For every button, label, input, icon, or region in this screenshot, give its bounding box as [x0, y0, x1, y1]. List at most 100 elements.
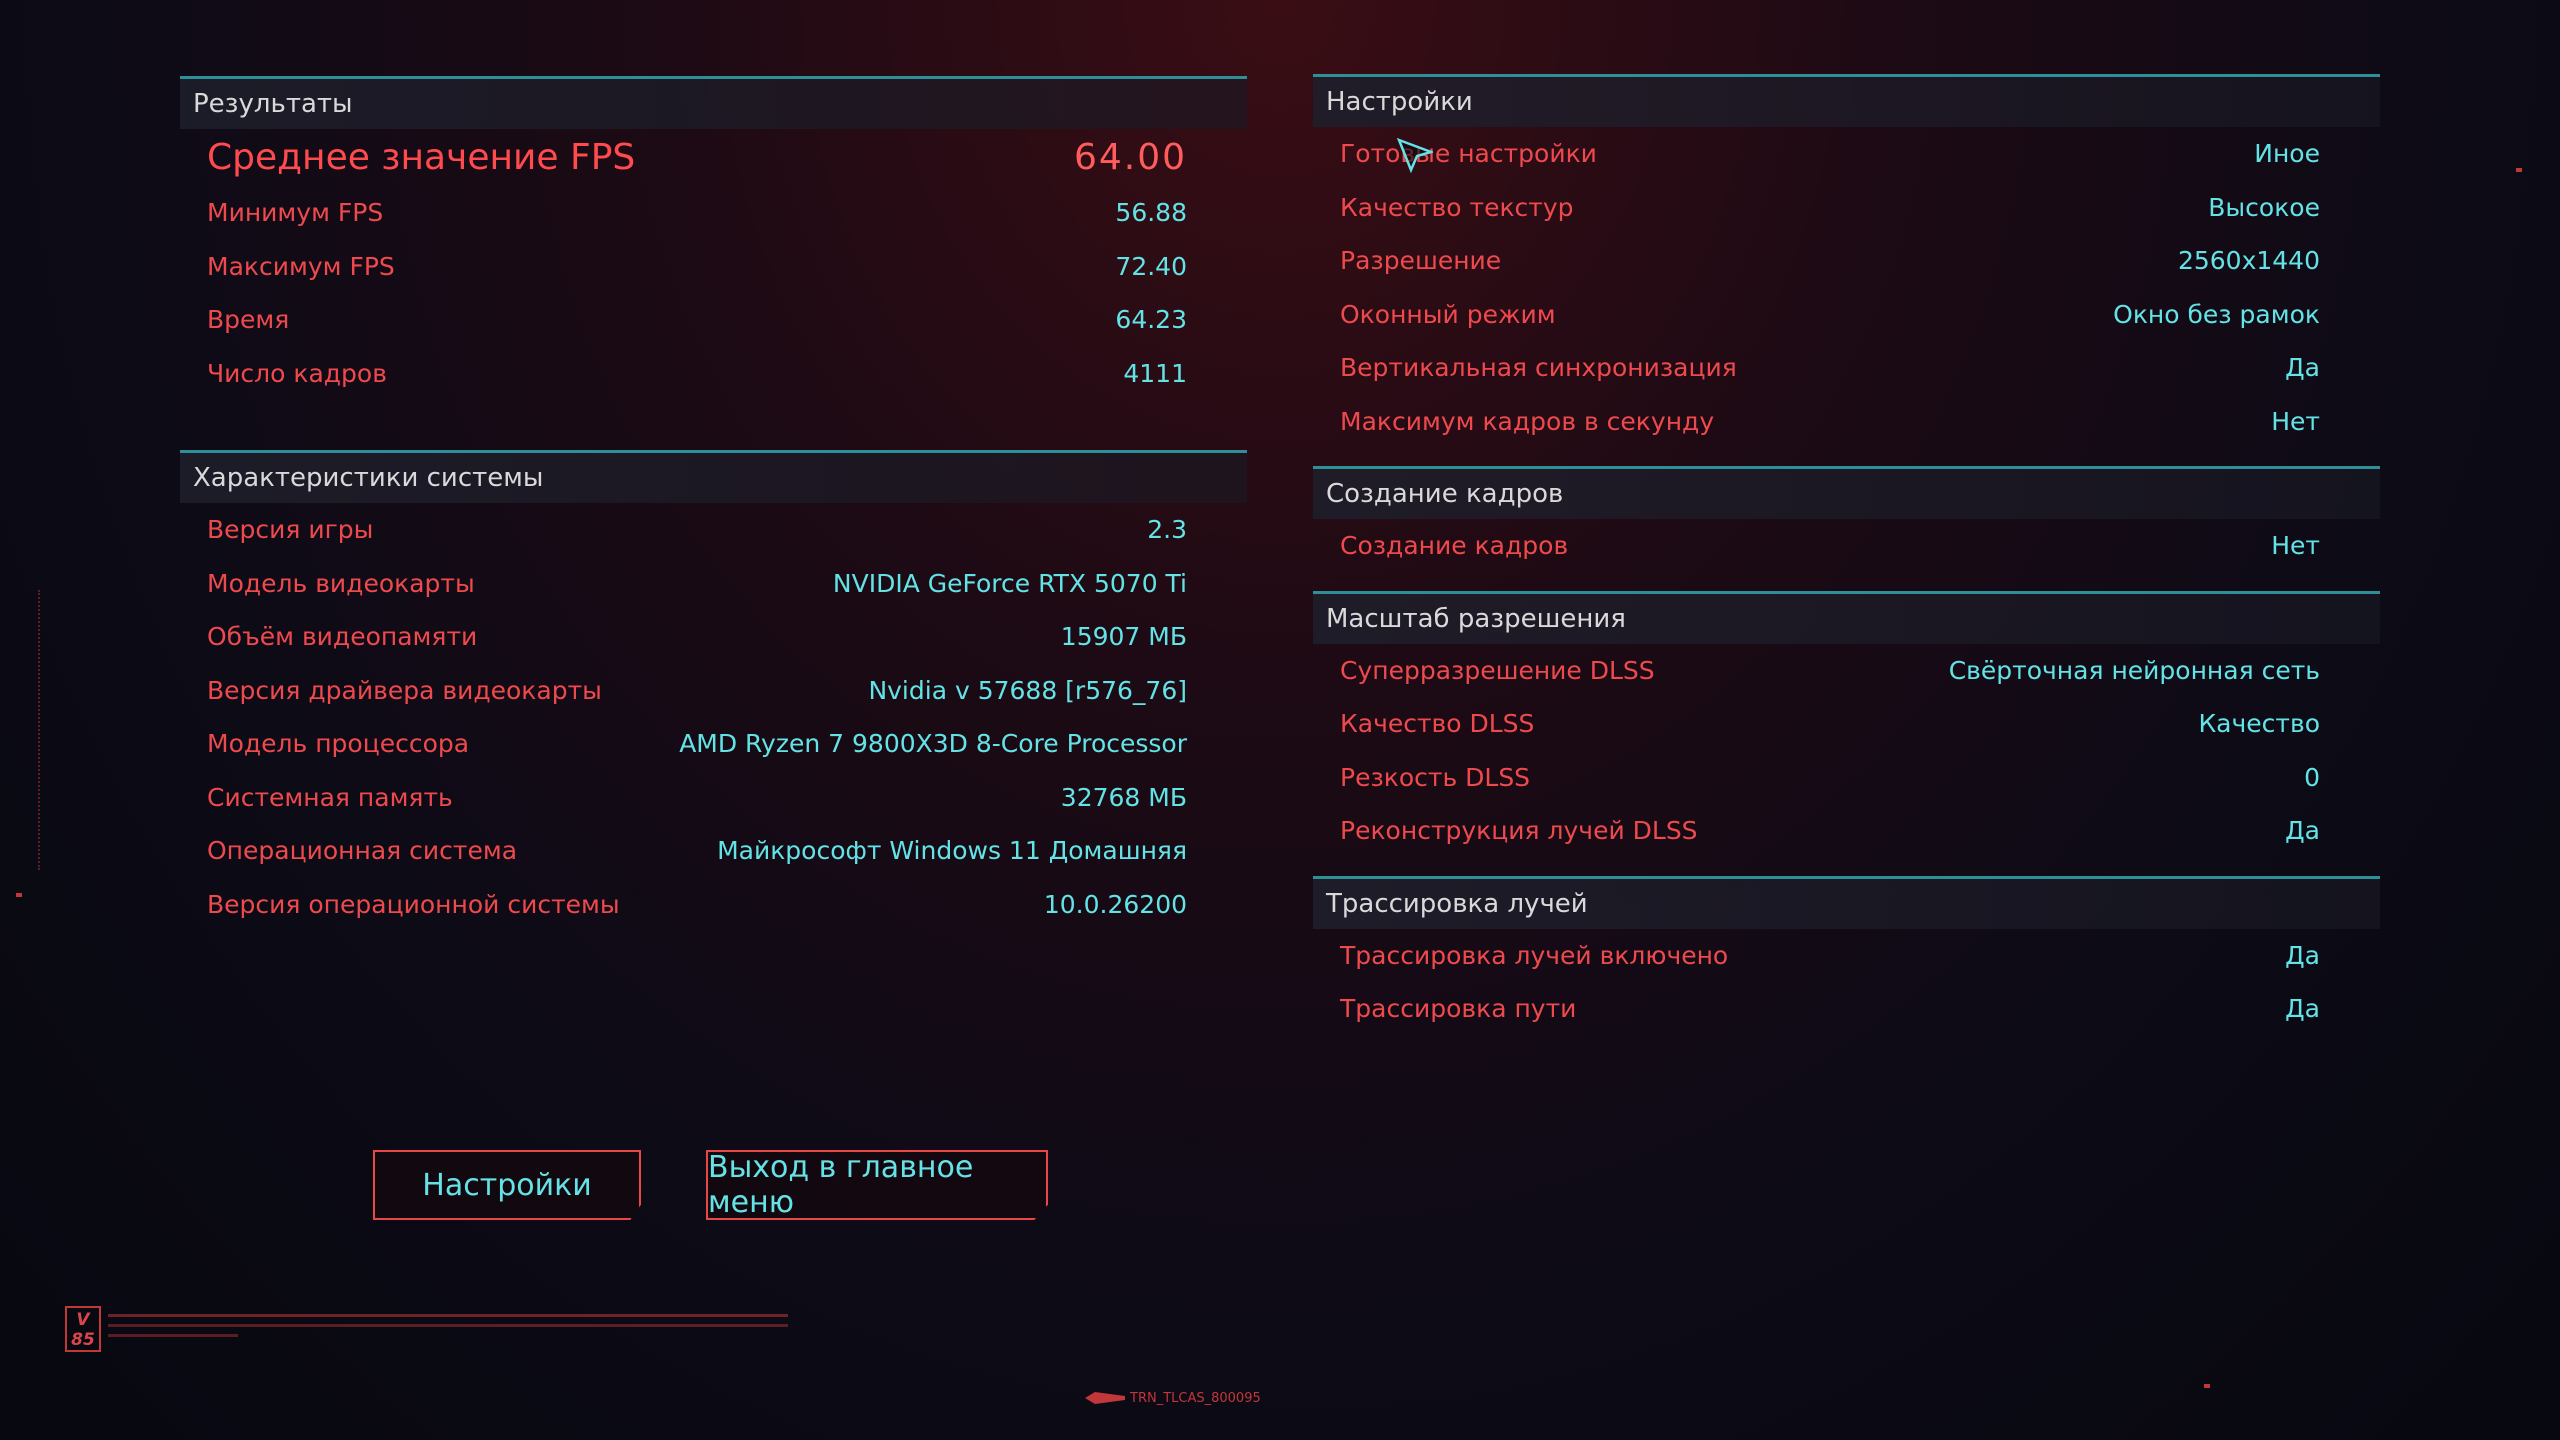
- settings-section: Настройки Готовые настройки Иное Качество…: [1313, 74, 2380, 448]
- row-value: Свёрточная нейронная сеть: [1948, 655, 2320, 685]
- row-value: 0: [2304, 762, 2320, 792]
- logo-text: V 85: [71, 1310, 95, 1350]
- row-value: Качество: [2198, 709, 2320, 739]
- frame-gen-header: Создание кадров: [1313, 466, 2380, 519]
- settings-row: Готовые настройки Иное: [1313, 127, 2380, 181]
- row-label: Версия операционной системы: [207, 889, 620, 919]
- side-vertical-deco: [38, 590, 52, 870]
- row-value: Иное: [2254, 139, 2320, 169]
- settings-row: Качество текстур Высокое: [1313, 181, 2380, 235]
- row-label: Минимум FPS: [207, 198, 384, 228]
- row-value: Высокое: [2208, 192, 2320, 222]
- row-label: Качество текстур: [1340, 192, 1574, 222]
- footer-fine-print-line: [108, 1324, 788, 1327]
- right-panel: Настройки Готовые настройки Иное Качество…: [1313, 74, 2380, 1054]
- settings-button[interactable]: Настройки: [373, 1150, 641, 1220]
- row-label: Модель процессора: [207, 729, 470, 759]
- row-label: Объём видеопамяти: [207, 622, 478, 652]
- footer-code: TRN_TLCAS_800095: [1130, 1391, 1261, 1406]
- row-label: Готовые настройки: [1340, 139, 1597, 169]
- row-value: AMD Ryzen 7 9800X3D 8-Core Processor: [679, 729, 1187, 759]
- ray-tracing-section: Трассировка лучей Трассировка лучей вклю…: [1313, 875, 2380, 1036]
- footer-fine-print-line: [108, 1314, 788, 1317]
- frame-gen-row: Создание кадров Нет: [1313, 519, 2380, 573]
- row-value: 4111: [1123, 358, 1187, 388]
- row-label: Версия драйвера видеокарты: [207, 675, 602, 705]
- row-label: Максимум FPS: [207, 251, 395, 281]
- settings-row: Вертикальная синхронизация Да: [1313, 341, 2380, 395]
- results-row: Минимум FPS 56.88: [180, 186, 1247, 240]
- row-value: 56.88: [1115, 198, 1187, 228]
- res-scale-row: Реконструкция лучей DLSS Да: [1313, 804, 2380, 858]
- exit-to-main-menu-button[interactable]: Выход в главное меню: [706, 1150, 1048, 1220]
- row-label: Максимум кадров в секунду: [1340, 406, 1715, 436]
- system-row: Версия игры 2.3: [180, 503, 1247, 557]
- row-value: 32768 МБ: [1060, 782, 1187, 812]
- results-header: Результаты: [180, 76, 1247, 129]
- system-header: Характеристики системы: [180, 450, 1247, 503]
- row-label: Реконструкция лучей DLSS: [1340, 816, 1698, 846]
- row-label: Создание кадров: [1340, 531, 1569, 561]
- row-value: Окно без рамок: [2113, 299, 2320, 329]
- row-label: Трассировка лучей включено: [1340, 940, 1729, 970]
- row-value: Нет: [2271, 531, 2320, 561]
- row-label: Время: [207, 305, 290, 335]
- results-section: Результаты Среднее значение FPS 64.00 Ми…: [180, 76, 1247, 400]
- settings-header: Настройки: [1313, 74, 2380, 127]
- row-value: Да: [2285, 353, 2320, 383]
- corner-dot-deco: [2516, 168, 2522, 172]
- mouse-cursor-icon: [1397, 138, 1433, 174]
- row-label: Суперразрешение DLSS: [1340, 655, 1655, 685]
- ray-tracing-header: Трассировка лучей: [1313, 875, 2380, 929]
- row-value: Майкрософт Windows 11 Домашняя: [717, 836, 1187, 866]
- row-label: Число кадров: [207, 358, 387, 388]
- corner-dot-deco: [16, 893, 22, 897]
- res-scale-row: Резкость DLSS 0: [1313, 751, 2380, 805]
- row-label: Разрешение: [1340, 246, 1502, 276]
- results-row: Время 64.23: [180, 293, 1247, 347]
- row-label: Операционная система: [207, 836, 518, 866]
- frame-gen-section: Создание кадров Создание кадров Нет: [1313, 466, 2380, 573]
- row-value: 72.40: [1115, 251, 1187, 281]
- res-scale-header: Масштаб разрешения: [1313, 590, 2380, 644]
- v85-logo: V 85: [65, 1306, 101, 1352]
- row-value: Nvidia v 57688 [r576_76]: [868, 675, 1187, 705]
- row-value: Да: [2285, 994, 2320, 1024]
- corner-dot-deco: [2204, 1384, 2210, 1388]
- row-value: 2560x1440: [2177, 246, 2320, 276]
- arrow-icon: [1085, 1392, 1125, 1404]
- row-value: 2.3: [1147, 515, 1187, 545]
- system-row: Версия операционной системы 10.0.26200: [180, 878, 1247, 932]
- row-label: Модель видеокарты: [207, 568, 475, 598]
- results-row: Число кадров 4111: [180, 347, 1247, 401]
- res-scale-section: Масштаб разрешения Суперразрешение DLSS С…: [1313, 590, 2380, 858]
- system-row: Операционная система Майкрософт Windows 1…: [180, 824, 1247, 878]
- row-value: Да: [2285, 816, 2320, 846]
- system-row: Модель процессора AMD Ryzen 7 9800X3D 8-C…: [180, 717, 1247, 771]
- row-label: Оконный режим: [1340, 299, 1556, 329]
- row-value: Нет: [2271, 406, 2320, 436]
- footer-fine-print-line: [108, 1334, 238, 1337]
- settings-row: Максимум кадров в секунду Нет: [1313, 395, 2380, 449]
- row-value: 15907 МБ: [1060, 622, 1187, 652]
- row-label: Качество DLSS: [1340, 709, 1535, 739]
- avg-fps-label: Среднее значение FPS: [207, 137, 636, 178]
- system-row: Модель видеокарты NVIDIA GeForce RTX 5070…: [180, 557, 1247, 611]
- row-value: NVIDIA GeForce RTX 5070 Ti: [832, 568, 1187, 598]
- res-scale-row: Качество DLSS Качество: [1313, 697, 2380, 751]
- row-label: Вертикальная синхронизация: [1340, 353, 1737, 383]
- ray-tracing-row: Трассировка лучей включено Да: [1313, 929, 2380, 983]
- row-label: Системная память: [207, 782, 453, 812]
- ray-tracing-row: Трассировка пути Да: [1313, 982, 2380, 1036]
- system-row: Версия драйвера видеокарты Nvidia v 57688…: [180, 664, 1247, 718]
- row-value: 64.23: [1115, 305, 1187, 335]
- avg-fps-value: 64.00: [1073, 137, 1187, 178]
- row-value: 10.0.26200: [1043, 889, 1187, 919]
- row-label: Резкость DLSS: [1340, 762, 1531, 792]
- row-label: Версия игры: [207, 515, 374, 545]
- row-value: Да: [2285, 940, 2320, 970]
- left-panel: Результаты Среднее значение FPS 64.00 Ми…: [180, 76, 1247, 949]
- settings-row: Оконный режим Окно без рамок: [1313, 288, 2380, 342]
- settings-row: Разрешение 2560x1440: [1313, 234, 2380, 288]
- system-section: Характеристики системы Версия игры 2.3 Мо…: [180, 450, 1247, 931]
